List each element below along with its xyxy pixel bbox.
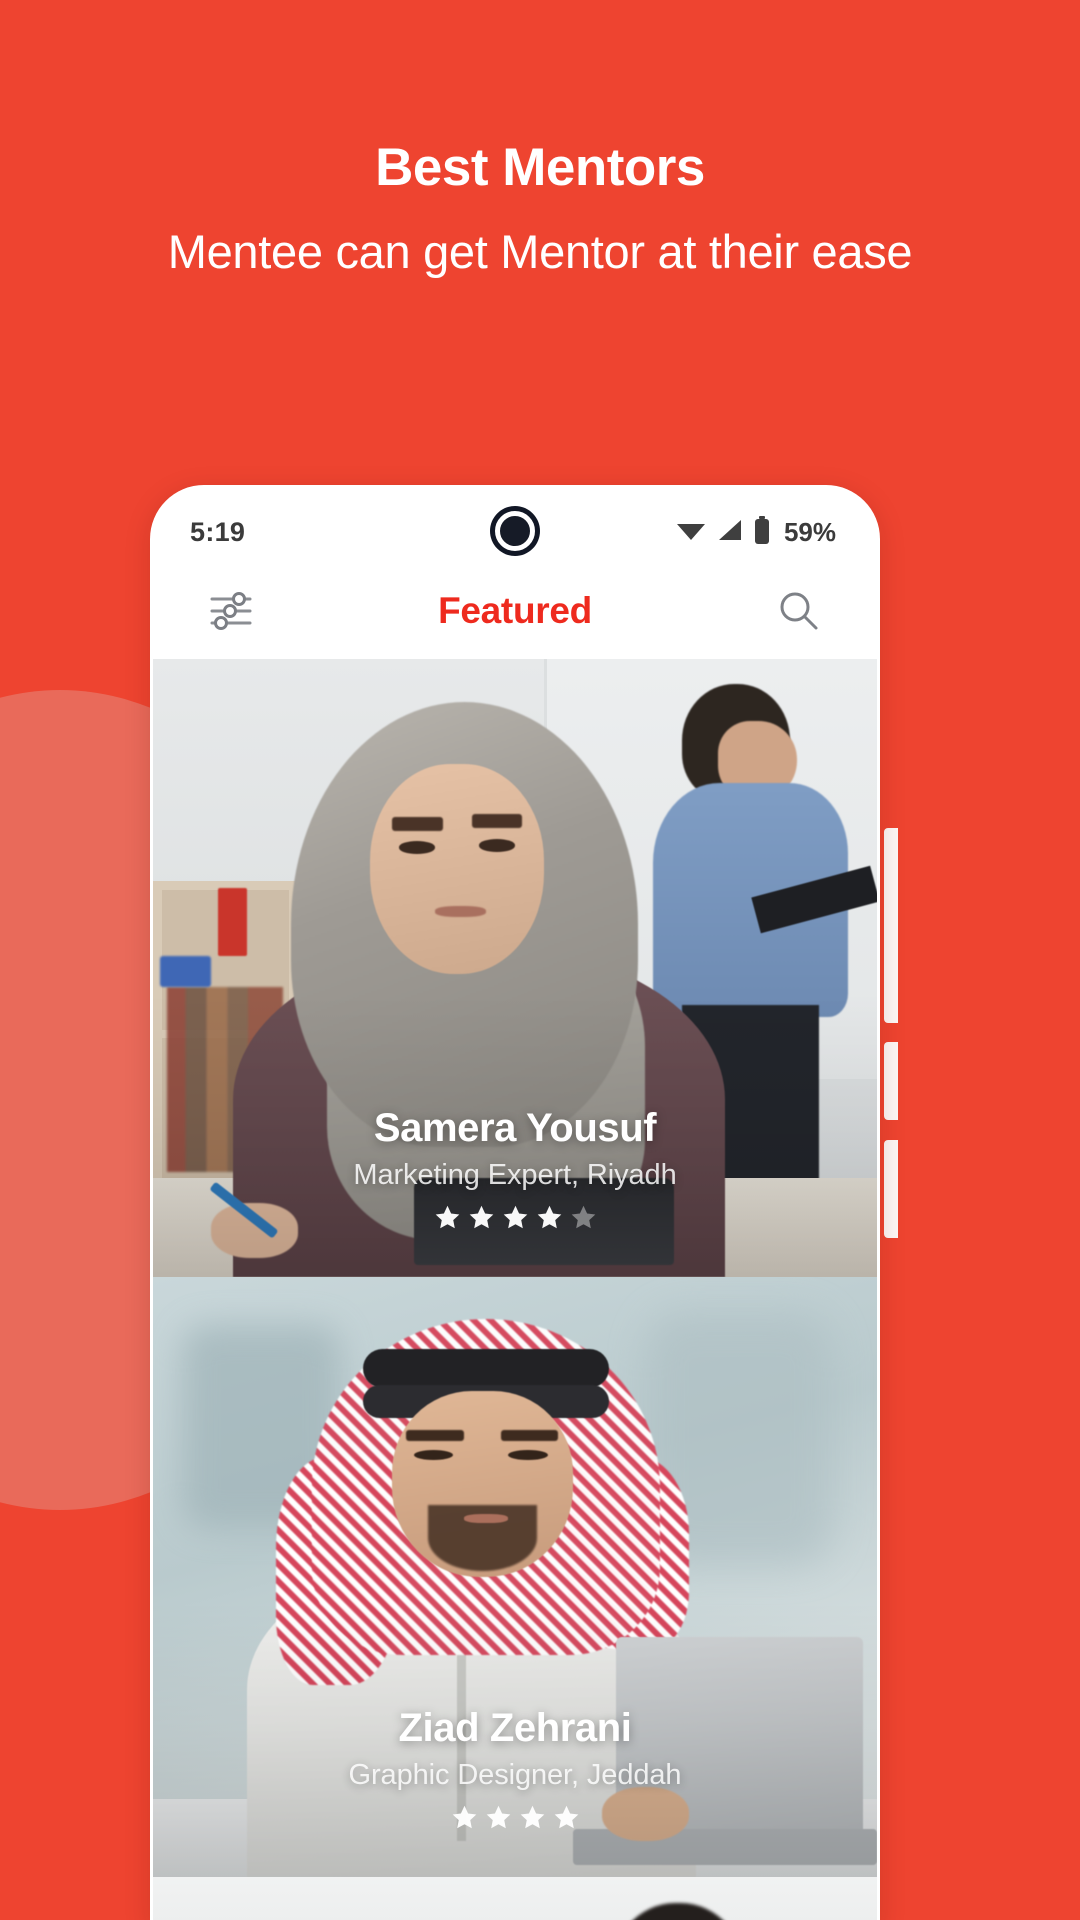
star-icon [486,1805,510,1829]
star-icon [537,1205,561,1229]
page-title: Best Mentors [375,138,705,197]
front-camera-punchhole [495,511,535,551]
star-icon [503,1205,527,1229]
star-icon [452,1805,476,1829]
mentor-name: Samera Yousuf [373,1106,657,1150]
mentor-feed[interactable]: Samera Yousuf Marketing Expert, Riyadh Z… [150,659,880,1920]
edge-tab-1 [884,828,898,1023]
mentor-card-info: Ziad Zehrani Graphic Designer, Jeddah [153,1706,877,1877]
battery-percentage: 59% [783,516,836,547]
wifi-icon [676,518,706,547]
battery-icon [754,515,770,549]
app-bar: Featured [150,563,880,659]
mentor-card[interactable]: Ziad Zehrani Graphic Designer, Jeddah [153,1277,877,1877]
star-icon [469,1205,493,1229]
mentor-role: Graphic Designer, Jeddah [348,1759,682,1791]
app-bar-title: Featured [438,590,592,631]
search-icon[interactable] [768,580,830,642]
promo-subtitle: Mentee can get Mentor at their ease [167,224,913,278]
mentor-card[interactable]: Samera Yousuf Marketing Expert, Riyadh [153,659,877,1277]
promo-block: Best Mentors Mentee can get Mentor at th… [0,140,1080,281]
star-icon [520,1805,544,1829]
rating-stars[interactable] [179,1804,851,1831]
filter-icon[interactable] [200,580,262,642]
status-bar-clock: 5:19 [190,516,246,547]
star-icon [554,1805,578,1829]
status-bar-indicators: 59% [676,515,836,549]
edge-tab-2 [884,1042,898,1120]
edge-tab-3 [884,1140,898,1238]
mentor-photo [153,1877,877,1920]
mentor-name: Ziad Zehrani [398,1706,632,1750]
mentor-role: Marketing Expert, Riyadh [353,1159,677,1191]
phone-mockup: 5:19 59% Featured Samera Yousuf Marketin… [150,485,880,1920]
star-icon [435,1205,459,1229]
status-bar: 5:19 59% [150,485,880,563]
rating-stars[interactable] [179,1204,851,1231]
mentor-card-info: Samera Yousuf Marketing Expert, Riyadh [153,1106,877,1277]
cellular-signal-icon [717,518,743,547]
star-icon-empty [571,1205,595,1229]
mentor-card[interactable] [153,1877,877,1920]
